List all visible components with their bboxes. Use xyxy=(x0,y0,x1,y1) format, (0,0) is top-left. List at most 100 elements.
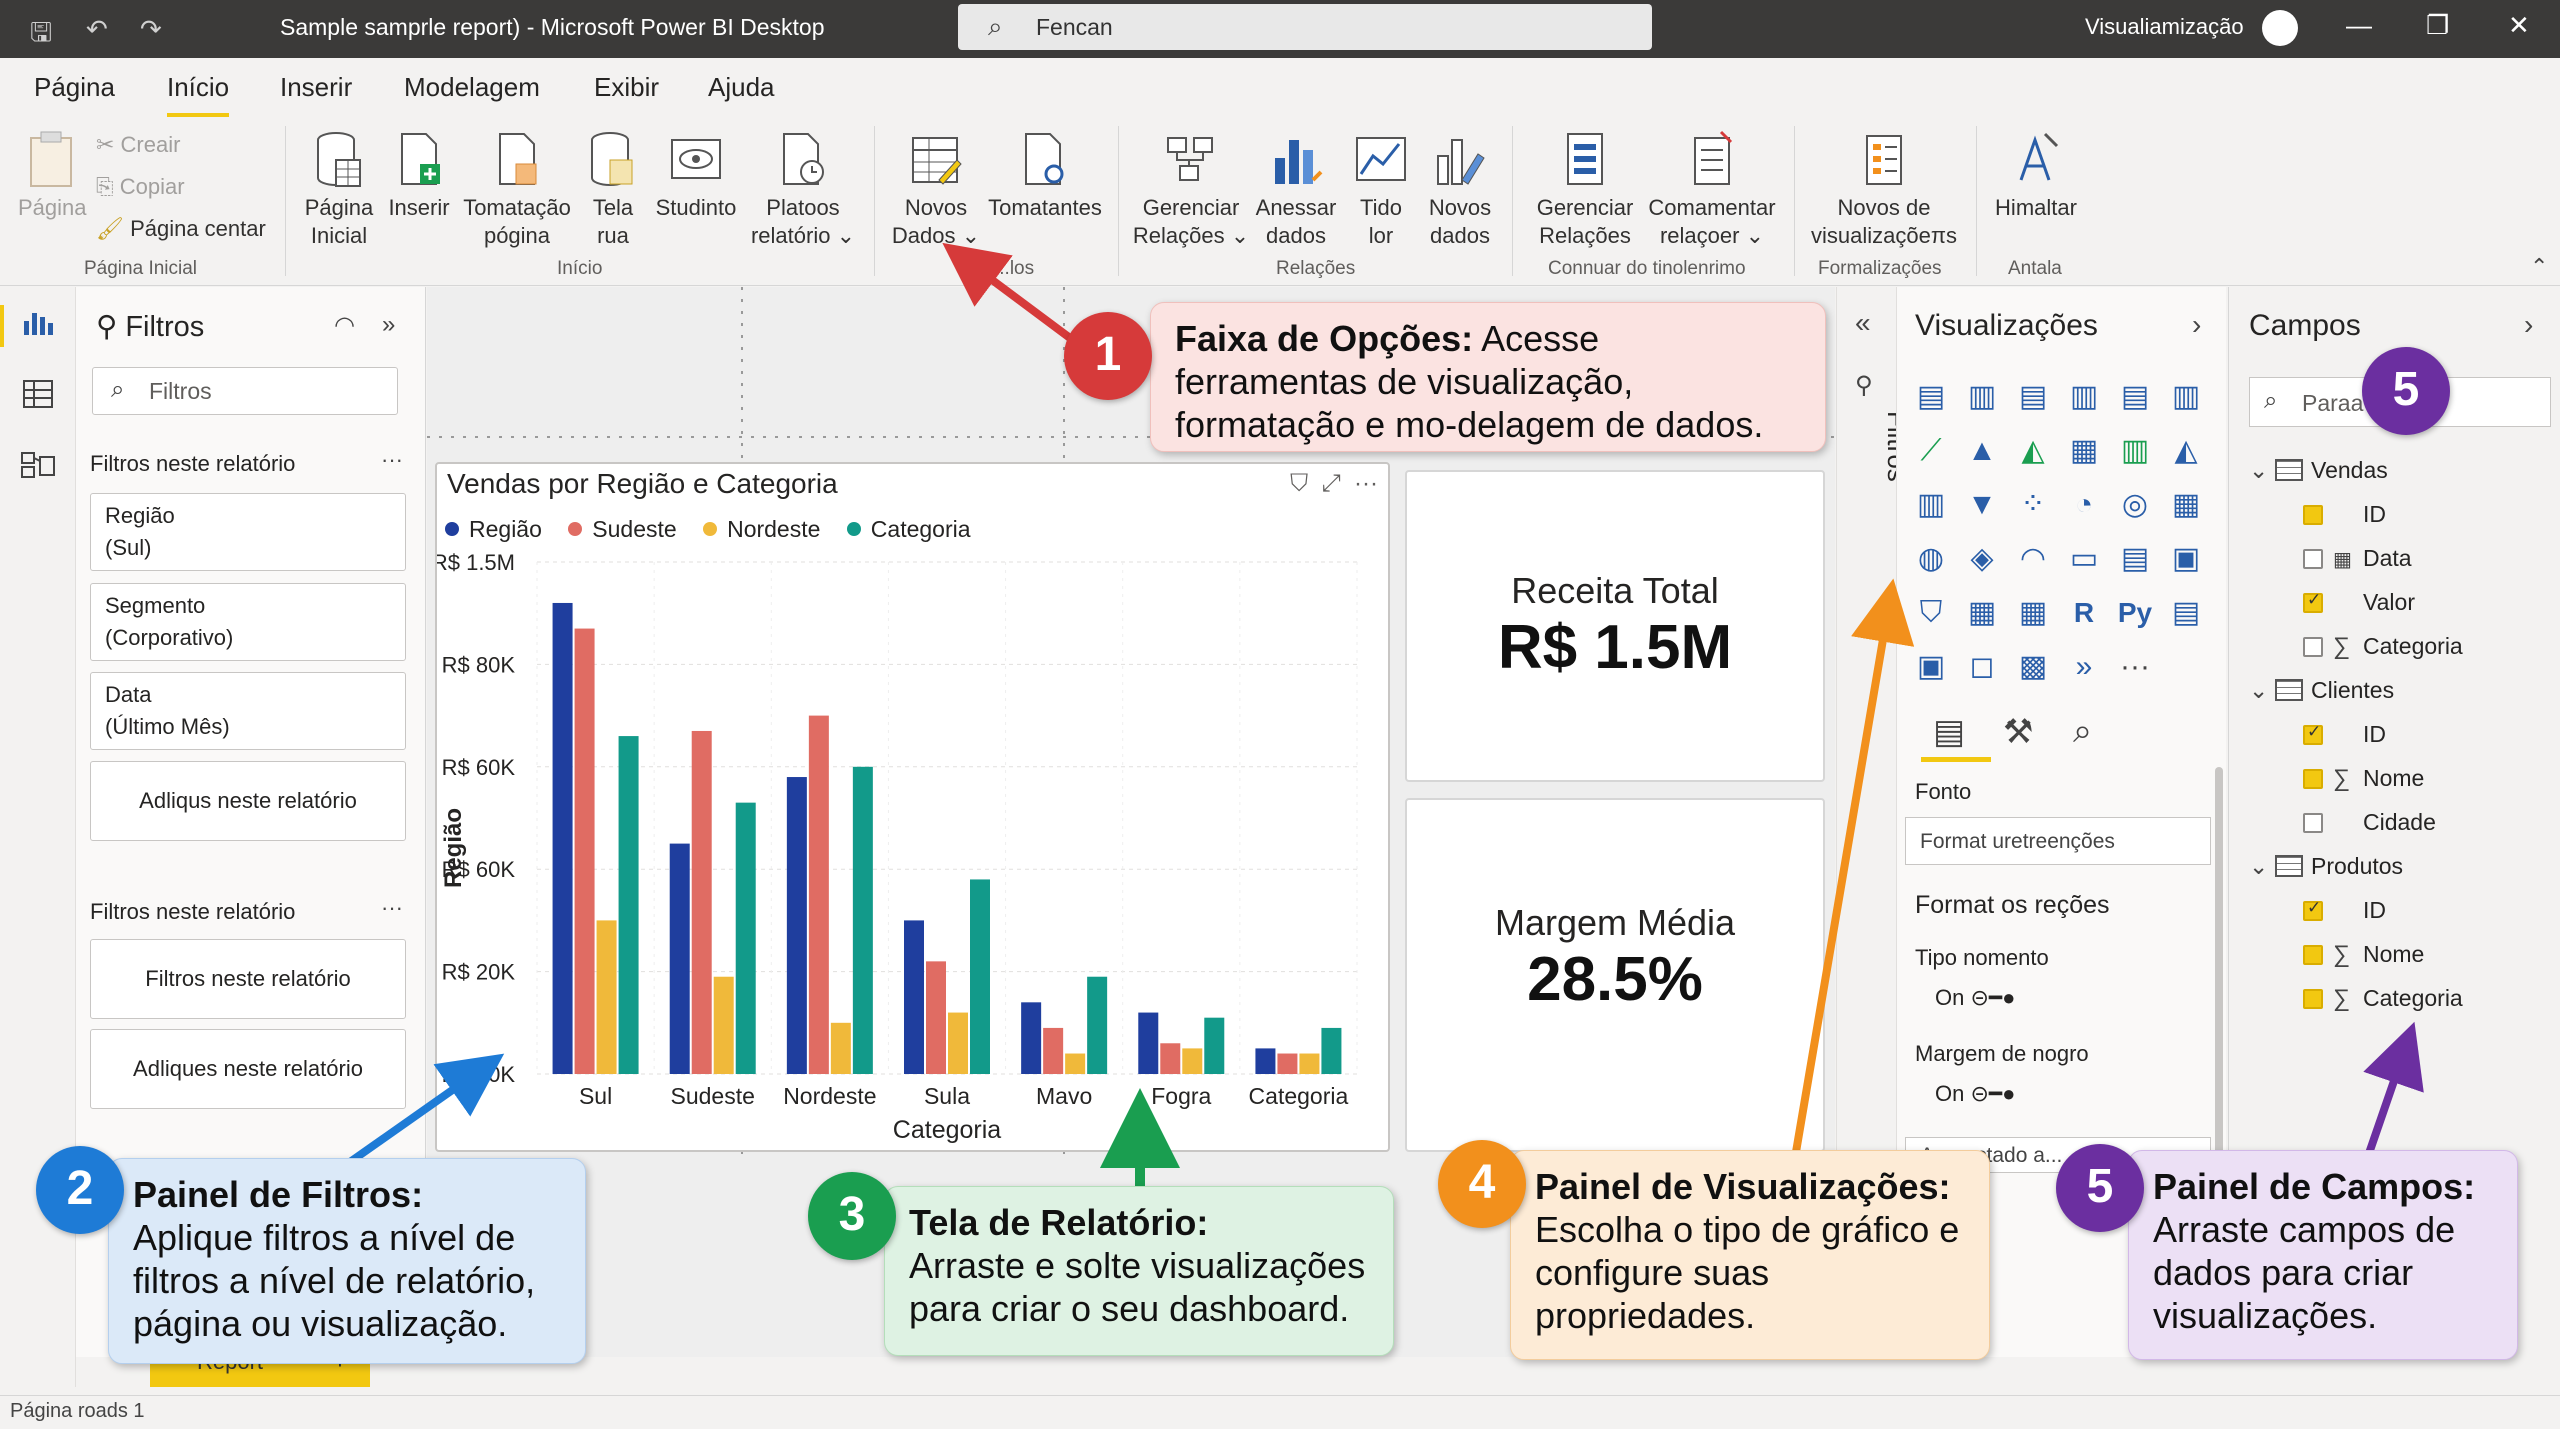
chevron-down-icon[interactable]: ⌄ xyxy=(2249,677,2275,704)
avatar[interactable] xyxy=(2262,10,2298,46)
field-checkbox[interactable] xyxy=(2303,945,2323,965)
clustered-bar-icon[interactable]: ▤ xyxy=(2013,377,2053,417)
waterfall-icon[interactable]: ◭ xyxy=(2166,431,2206,471)
ribbon-button-pagina-inicial[interactable]: Página Inicial xyxy=(296,130,382,250)
ribbon-button-platoos[interactable]: Platoos relatório ⌄ xyxy=(748,130,858,250)
line-chart-icon[interactable]: ⟋ xyxy=(1911,431,1951,471)
clustered-column-icon[interactable]: ▥ xyxy=(2064,377,2104,417)
format-section-title[interactable]: Format os reções xyxy=(1915,891,2110,920)
qa-icon[interactable]: ◻ xyxy=(1962,647,2002,687)
funnel-icon[interactable]: ▼ xyxy=(1962,485,2002,525)
bar[interactable] xyxy=(948,1012,968,1074)
field-item[interactable]: ▦ Data xyxy=(2303,545,2412,572)
bar[interactable] xyxy=(1021,1002,1042,1074)
treemap-icon[interactable]: ▦ xyxy=(2166,485,2206,525)
tab-exibir[interactable]: Exibir xyxy=(594,72,659,103)
bar[interactable] xyxy=(970,879,990,1074)
smart-narrative-icon[interactable]: ▩ xyxy=(2013,647,2053,687)
stacked-area-icon[interactable]: ◭ xyxy=(2013,431,2053,471)
collapse-fields-icon[interactable]: › xyxy=(2524,309,2533,341)
stacked-bar-icon[interactable]: ▤ xyxy=(1911,377,1951,417)
undo-icon[interactable]: ↶ xyxy=(86,14,108,45)
field-table-produtos[interactable]: ⌄ Produtos xyxy=(2249,853,2403,880)
field-item[interactable]: ∑ Categoria xyxy=(2303,985,2463,1013)
add-filter-drop-zone[interactable]: Adliqus neste relatório xyxy=(90,761,406,841)
line-column-icon[interactable]: ▦ xyxy=(2064,431,2104,471)
format-input[interactable]: Format uretreenções xyxy=(1905,817,2211,865)
copy-button[interactable]: ⎘ Copiar xyxy=(96,174,185,200)
bar[interactable] xyxy=(1299,1053,1320,1074)
field-item[interactable]: ID xyxy=(2303,501,2386,528)
funnel-chart-icon[interactable]: ▥ xyxy=(1911,485,1951,525)
ribbon-button-tela-rua[interactable]: Tela rua xyxy=(580,130,646,250)
bar[interactable] xyxy=(1182,1048,1203,1074)
bar[interactable] xyxy=(1065,1053,1086,1074)
field-checkbox[interactable] xyxy=(2303,505,2323,525)
restore-icon[interactable]: ❐ xyxy=(2426,10,2449,41)
field-item[interactable]: ID xyxy=(2303,897,2386,924)
format-paintbrush-icon[interactable]: ⚒ xyxy=(2003,712,2033,752)
bar[interactable] xyxy=(808,715,829,1074)
bar[interactable] xyxy=(1087,976,1108,1074)
filters-search-input[interactable]: ⌕ Filtros xyxy=(92,367,398,415)
collapse-viz-icon[interactable]: › xyxy=(2192,309,2201,341)
analytics-magnifier-icon[interactable]: ⌕ xyxy=(2073,712,2092,751)
filter-drop-zone[interactable]: Filtros neste relatório xyxy=(90,939,406,1019)
tab-inicio[interactable]: Início xyxy=(167,72,230,117)
field-item[interactable]: Valor xyxy=(2303,589,2415,616)
bar[interactable] xyxy=(926,961,946,1074)
field-checkbox[interactable] xyxy=(2303,722,2323,745)
field-checkbox[interactable] xyxy=(2303,898,2323,921)
tab-pagina[interactable]: Página xyxy=(34,72,115,103)
more-visuals-icon[interactable]: ··· xyxy=(2115,647,2155,687)
collapse-filters-icon[interactable]: » xyxy=(382,311,395,339)
scatter-icon[interactable]: ⁘ xyxy=(2013,485,2053,525)
ribbon-button-tido-lor[interactable]: Tido lor xyxy=(1346,130,1416,250)
bar[interactable] xyxy=(904,920,924,1074)
more-options-icon[interactable]: ··· xyxy=(381,447,403,473)
report-view-icon[interactable] xyxy=(20,309,56,339)
bar[interactable] xyxy=(830,1022,851,1074)
filter-card-data[interactable]: Data (Último Mês) xyxy=(90,672,406,750)
kpi-icon[interactable]: ▣ xyxy=(2166,539,2206,579)
stacked-column-icon[interactable]: ▥ xyxy=(1962,377,2002,417)
bar[interactable] xyxy=(1204,1017,1225,1074)
chevron-down-icon[interactable]: ⌄ xyxy=(2249,853,2275,880)
ribbon-button-himaltar[interactable]: Himaltar xyxy=(1986,130,2086,222)
gauge-icon[interactable]: ◠ xyxy=(2013,539,2053,579)
bar[interactable] xyxy=(1277,1053,1298,1074)
field-checkbox[interactable] xyxy=(2303,549,2323,569)
field-table-clientes[interactable]: ⌄ Clientes xyxy=(2249,677,2394,704)
expand-filters-icon[interactable]: « xyxy=(1855,307,1871,339)
bar[interactable] xyxy=(852,766,873,1074)
bar[interactable] xyxy=(735,802,756,1074)
add-filter-drop-zone-2[interactable]: Adliques neste relatório xyxy=(90,1029,406,1109)
key-influencers-icon[interactable]: ▤ xyxy=(2166,593,2206,633)
data-view-icon[interactable] xyxy=(20,379,56,409)
field-checkbox[interactable] xyxy=(2303,590,2323,613)
format-painter-button[interactable]: 🖌 Página centar xyxy=(96,216,266,242)
pie-chart-icon[interactable]: ◔ xyxy=(2064,485,2104,525)
build-visual-icon[interactable]: ▤ xyxy=(1933,712,1965,752)
bar[interactable] xyxy=(574,628,595,1074)
donut-chart-icon[interactable]: ◎ xyxy=(2115,485,2155,525)
power-apps-icon[interactable]: » xyxy=(2064,647,2104,687)
bar[interactable] xyxy=(618,736,639,1074)
decomposition-icon[interactable]: ▣ xyxy=(1911,647,1951,687)
field-item[interactable]: ∑ Categoria xyxy=(2303,633,2463,661)
viz-scrollbar[interactable] xyxy=(2215,767,2223,1187)
bar[interactable] xyxy=(669,843,690,1074)
100-bar-icon[interactable]: ▤ xyxy=(2115,377,2155,417)
ribbon-button-gerenciar-relacoes[interactable]: Gerenciar Relações ⌄ xyxy=(1132,130,1250,250)
bar[interactable] xyxy=(691,730,712,1074)
ribbon-button-inserir[interactable]: Inserir xyxy=(384,130,454,222)
area-chart-icon[interactable]: ▲ xyxy=(1962,431,2002,471)
field-table-vendas[interactable]: ⌄ Vendas xyxy=(2249,457,2388,484)
toggle-margem[interactable]: On ⊝━● xyxy=(1935,1081,2015,1107)
table-icon[interactable]: ▦ xyxy=(1962,593,2002,633)
field-checkbox[interactable] xyxy=(2303,769,2323,789)
more-options-icon[interactable]: ··· xyxy=(381,895,403,921)
filter-card-regiao[interactable]: Região (Sul) xyxy=(90,493,406,571)
r-visual-icon[interactable]: R xyxy=(2064,593,2104,633)
bar[interactable] xyxy=(552,602,573,1074)
